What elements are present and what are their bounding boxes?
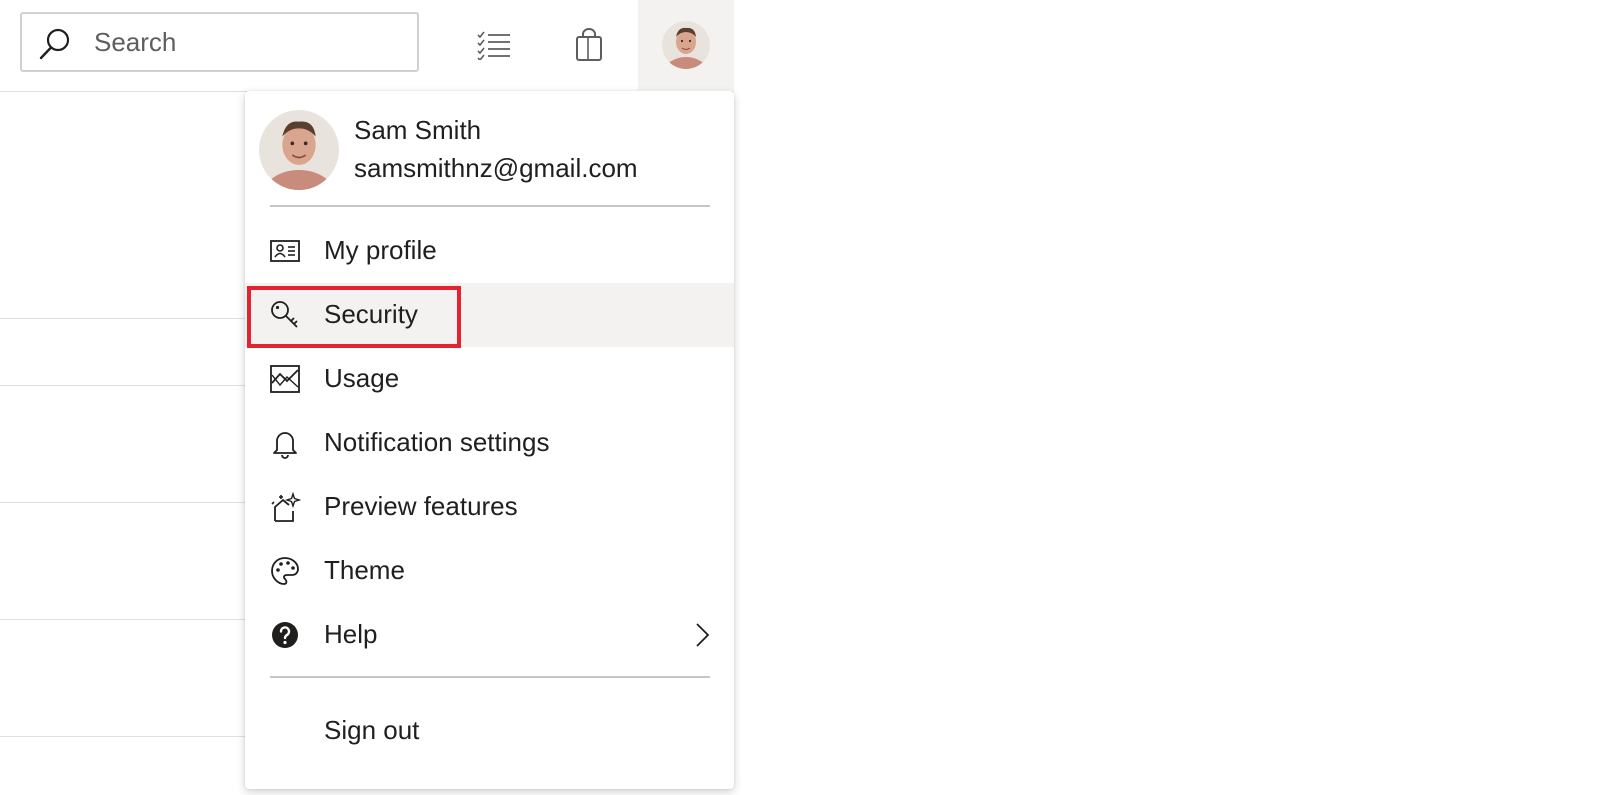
menu-item-label: Usage [324, 363, 400, 393]
contact-card-icon [270, 240, 300, 262]
checklist-icon [477, 31, 510, 60]
key-icon [271, 301, 298, 328]
menu-divider [270, 676, 710, 678]
account-menu-header: Sam Smith samsmithnz@gmail.com [245, 91, 734, 207]
menu-item-my-profile[interactable]: My profile [245, 219, 734, 283]
menu-divider [270, 205, 710, 207]
user-email: samsmithnz@gmail.com [354, 153, 638, 183]
menu-item-usage[interactable]: Usage [245, 347, 734, 411]
list-row-divider [0, 502, 260, 503]
list-row-divider [0, 318, 260, 319]
chart-icon [270, 365, 300, 393]
menu-item-notification-settings[interactable]: Notification settings [245, 411, 734, 475]
avatar [259, 110, 339, 190]
menu-item-label: Preview features [324, 491, 518, 521]
menu-item-help[interactable]: Help [245, 603, 734, 667]
menu-item-label: Theme [324, 555, 405, 585]
list-row-divider [0, 385, 260, 386]
list-row-divider [0, 736, 260, 737]
menu-item-security[interactable]: Security [245, 283, 734, 347]
store-button[interactable] [553, 0, 625, 90]
palette-icon [271, 557, 299, 585]
search-box[interactable] [20, 12, 419, 72]
sign-out-label: Sign out [324, 715, 420, 745]
bell-icon [273, 432, 297, 459]
shopping-bag-icon [576, 28, 602, 61]
account-menu: Sam Smith samsmithnz@gmail.com My profil… [245, 91, 734, 789]
menu-item-label: Security [324, 299, 418, 329]
top-bar [0, 0, 734, 92]
menu-item-label: My profile [324, 235, 437, 265]
menu-item-preview-features[interactable]: Preview features [245, 475, 734, 539]
search-icon [39, 28, 70, 60]
search-input[interactable] [94, 22, 394, 62]
menu-item-theme[interactable]: Theme [245, 539, 734, 603]
account-button[interactable] [638, 0, 734, 90]
chevron-right-icon [696, 623, 710, 647]
sign-out-button[interactable]: Sign out [245, 699, 734, 763]
user-name: Sam Smith [354, 115, 482, 145]
app-window: Sam Smith samsmithnz@gmail.com My profil… [0, 0, 1600, 795]
menu-item-label: Help [324, 619, 378, 649]
avatar [662, 21, 710, 69]
sparkle-icon [271, 491, 301, 522]
menu-item-label: Notification settings [324, 427, 550, 457]
help-circle-icon [272, 622, 298, 648]
notifications-button[interactable] [458, 0, 530, 90]
list-row-divider [0, 619, 260, 620]
